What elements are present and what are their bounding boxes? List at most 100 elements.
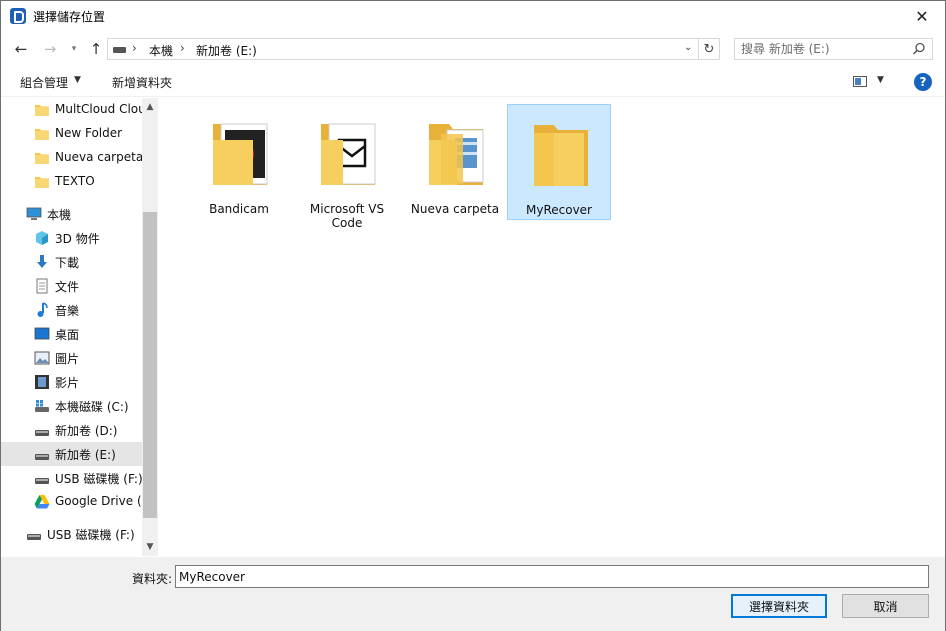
bottom-panel: 資料夾: 選擇資料夾 取消 <box>1 557 945 631</box>
sidebar-item[interactable]: MultCloud Cloud <box>1 98 142 122</box>
sidebar-item[interactable]: TEXTO <box>1 170 142 194</box>
navigation-pane: MultCloud Cloud New Folder Nueva carpeta TE… <box>1 98 158 556</box>
folder-name-input[interactable] <box>175 565 929 588</box>
folder-item[interactable]: Nueva carpeta <box>403 104 507 220</box>
folder-icon <box>34 150 50 166</box>
folder-item[interactable]: Bandicam <box>187 104 291 220</box>
sidebar-item[interactable]: 新加卷 (E:) <box>1 442 142 466</box>
sidebar-item-label: 桌面 <box>55 328 80 342</box>
sidebar-item-label: 3D 物件 <box>55 232 100 246</box>
scroll-thumb[interactable] <box>143 212 157 518</box>
sidebar-item[interactable]: New Folder <box>1 122 142 146</box>
title-bar: 選擇儲存位置 ✕ <box>1 1 945 31</box>
breadcrumb-separator-icon[interactable]: › <box>180 41 185 55</box>
save-location-dialog: 選擇儲存位置 ✕ ← → ▾ ↑ › 本機 › 新加卷 (E:) ⌄ ↻ 組合管… <box>0 0 946 631</box>
command-toolbar: 組合管理 ▼ 新增資料夾 ▼ ? <box>1 67 945 97</box>
sidebar-item[interactable]: 新加卷 (D:) <box>1 418 142 442</box>
view-options-icon[interactable] <box>853 76 867 87</box>
file-list: Bandicam Microsoft VS Code Nueva carpeta My… <box>159 98 945 556</box>
scroll-down-icon[interactable]: ▼ <box>142 538 158 556</box>
up-arrow-icon[interactable]: ↑ <box>85 38 107 60</box>
sidebar-item-label: 圖片 <box>55 352 80 366</box>
folder-item-label: MyRecover <box>526 203 592 217</box>
sidebar-item[interactable]: USB 磁碟機 (F:) <box>1 466 142 490</box>
breadcrumb-this-pc[interactable]: 本機 <box>149 42 173 59</box>
sidebar-item[interactable]: 圖片 <box>1 346 142 370</box>
pictures-icon <box>34 350 50 366</box>
recent-locations-icon[interactable]: ▾ <box>63 38 85 60</box>
usb-drive-icon <box>26 526 42 542</box>
vscode-folder-icon <box>317 112 379 194</box>
computer-icon <box>26 206 42 222</box>
close-button[interactable]: ✕ <box>899 1 945 31</box>
empty-folder-icon <box>530 113 592 195</box>
folder-icon <box>34 174 50 190</box>
desktop-icon <box>34 326 50 342</box>
system-drive-icon <box>34 398 50 414</box>
sidebar-item[interactable]: 音樂 <box>1 298 142 322</box>
sidebar-item-label: 新加卷 (E:) <box>55 448 116 462</box>
help-icon[interactable]: ? <box>914 73 932 91</box>
forward-arrow-icon[interactable]: → <box>39 38 61 60</box>
sidebar-item[interactable]: USB 磁碟機 (F:) <box>1 522 142 546</box>
sidebar-item-label: TEXTO <box>55 174 95 188</box>
drive-icon <box>34 422 50 438</box>
sidebar-item-label: 本機 <box>47 208 72 222</box>
usb-drive-icon <box>34 470 50 486</box>
sidebar-item-label: 影片 <box>55 376 80 390</box>
app-logo-icon <box>10 8 26 24</box>
sidebar-item[interactable]: 3D 物件 <box>1 226 142 250</box>
address-row: ← → ▾ ↑ › 本機 › 新加卷 (E:) ⌄ ↻ <box>1 34 945 64</box>
organize-button[interactable]: 組合管理 <box>20 74 68 91</box>
music-icon <box>34 302 50 318</box>
download-icon <box>34 254 50 270</box>
breadcrumb-separator-icon[interactable]: › <box>132 41 137 55</box>
select-folder-button[interactable]: 選擇資料夾 <box>731 594 827 618</box>
documents-folder-icon <box>425 112 487 194</box>
window-title: 選擇儲存位置 <box>33 10 106 24</box>
back-arrow-icon[interactable]: ← <box>10 38 32 60</box>
sidebar-item-label: USB 磁碟機 (F:) <box>55 472 142 486</box>
sidebar-item[interactable]: Google Drive (G:) <box>1 490 142 514</box>
chevron-down-icon[interactable]: ▼ <box>877 75 884 85</box>
folder-field-label: 資料夾: <box>132 572 173 586</box>
videos-icon <box>34 374 50 390</box>
sidebar-item-label: USB 磁碟機 (F:) <box>47 528 135 542</box>
sidebar-item[interactable]: 影片 <box>1 370 142 394</box>
folder-item-label: Bandicam <box>209 202 269 216</box>
sidebar-item-label: MultCloud Cloud <box>55 102 142 116</box>
sidebar-item-label: Nueva carpeta <box>55 150 142 164</box>
chevron-down-icon[interactable]: ▼ <box>74 75 81 85</box>
sidebar-item-label: 下載 <box>55 256 80 270</box>
sidebar-item[interactable]: 本機 <box>1 202 142 226</box>
sidebar-item-label: Google Drive (G:) <box>55 494 142 508</box>
bandicam-folder-icon <box>209 112 271 194</box>
cancel-button[interactable]: 取消 <box>842 594 929 618</box>
sidebar-item[interactable]: 下載 <box>1 250 142 274</box>
scroll-up-icon[interactable]: ▲ <box>142 98 158 116</box>
search-icon[interactable] <box>912 42 926 56</box>
google-drive-icon <box>34 494 50 510</box>
sidebar-item-label: 文件 <box>55 280 80 294</box>
search-input[interactable] <box>735 39 905 59</box>
sidebar-item-label: New Folder <box>55 126 123 140</box>
sidebar-item[interactable]: 本機磁碟 (C:) <box>1 394 142 418</box>
drive-icon <box>113 47 126 53</box>
sidebar-item[interactable]: Nueva carpeta <box>1 146 142 170</box>
new-folder-button[interactable]: 新增資料夾 <box>112 74 172 91</box>
sidebar-item[interactable]: 文件 <box>1 274 142 298</box>
breadcrumb-drive-e[interactable]: 新加卷 (E:) <box>196 42 257 59</box>
chevron-down-icon[interactable]: ⌄ <box>684 42 692 53</box>
folder-item[interactable]: Microsoft VS Code <box>295 104 399 230</box>
folder-icon <box>34 126 50 142</box>
sidebar-scrollbar[interactable]: ▲ ▼ <box>142 98 158 556</box>
folder-item-label: Nueva carpeta <box>410 202 500 216</box>
document-icon <box>34 278 50 294</box>
refresh-icon[interactable]: ↻ <box>699 38 720 60</box>
search-box <box>734 38 933 60</box>
folder-item[interactable]: MyRecover <box>507 104 611 220</box>
sidebar-item-label: 本機磁碟 (C:) <box>55 400 129 414</box>
sidebar-item[interactable]: 桌面 <box>1 322 142 346</box>
folder-item-label: Microsoft VS Code <box>309 202 385 230</box>
address-bar[interactable]: › 本機 › 新加卷 (E:) ⌄ <box>107 38 699 60</box>
